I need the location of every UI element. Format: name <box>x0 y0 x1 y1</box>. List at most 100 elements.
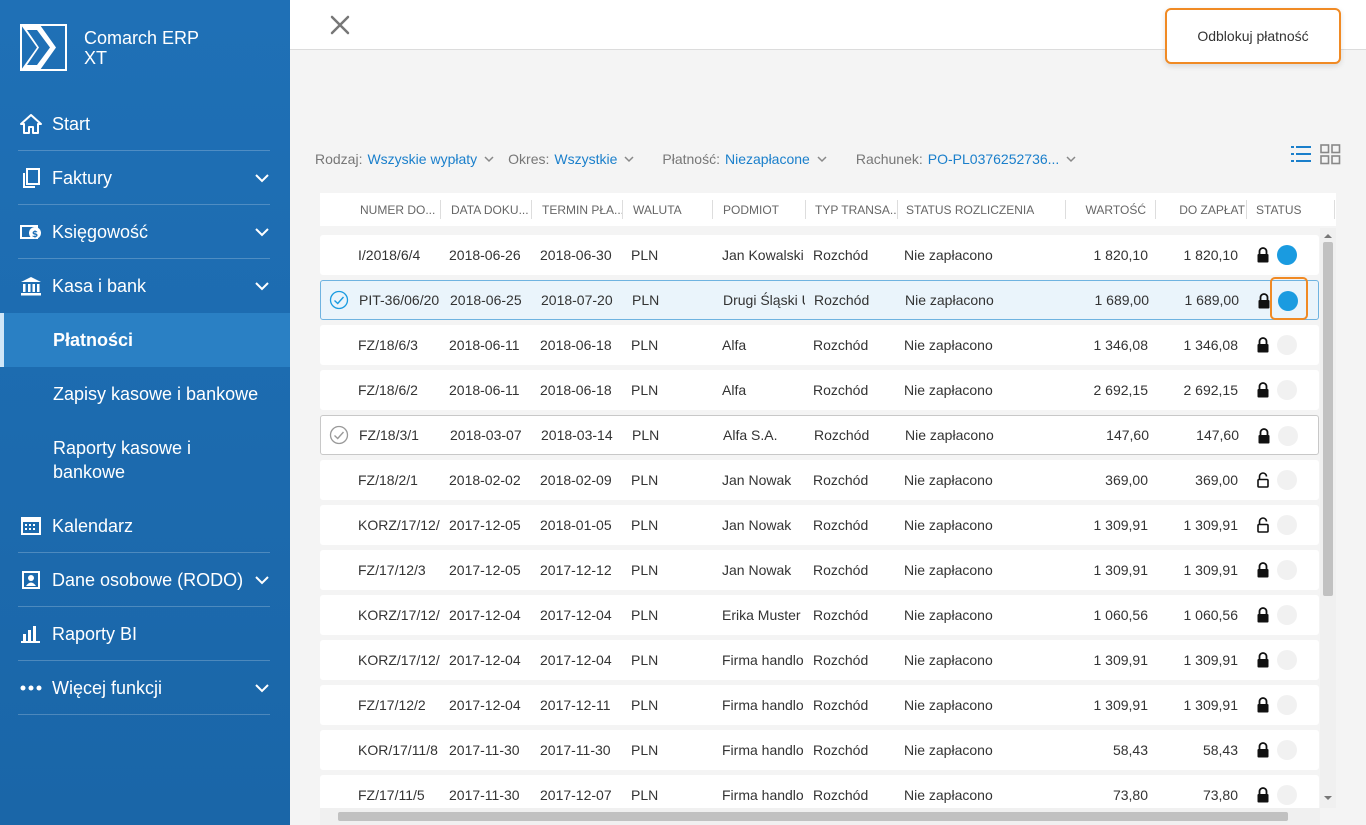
table-row[interactable]: KORZ/17/12/2017-12-04 2017-12-04 PLN Erika … <box>320 595 1319 635</box>
table-row[interactable]: KOR/17/11/8 2017-11-30 2017-11-30 PLN Firma … <box>320 730 1319 770</box>
column-header-data[interactable]: DATA DOKU... <box>451 193 529 226</box>
cell-waluta: PLN <box>631 517 659 533</box>
lock-closed-icon[interactable] <box>1256 652 1270 668</box>
nav-label-platnosci: Płatności <box>53 329 134 350</box>
column-header-wartosc[interactable]: WARTOŚĆ <box>1070 193 1146 226</box>
status-dot[interactable] <box>1277 785 1297 805</box>
lock-closed-icon[interactable] <box>1256 787 1270 803</box>
table-row[interactable]: FZ/18/6/2 2018-06-11 2018-06-18 PLN Alfa Rozc… <box>320 370 1319 410</box>
nav-item-start[interactable]: Start <box>0 97 290 151</box>
filter-rachunek[interactable]: Rachunek: PO-PL0376252736... <box>856 151 1077 167</box>
table-row[interactable]: FZ/18/3/1 2018-03-07 2018-03-14 PLN Alfa S.A… <box>320 415 1319 455</box>
cell-wartosc: 1 060,56 <box>1093 607 1149 623</box>
column-header-status[interactable]: STATUS <box>1256 193 1316 226</box>
nav-item-wiecej[interactable]: Więcej funkcji <box>0 661 290 715</box>
cell-termin: 2017-12-07 <box>540 787 612 803</box>
brand[interactable]: Comarch ERP XT <box>20 24 199 71</box>
column-separator <box>712 200 713 219</box>
cell-status-rozliczenia: Nie zapłacono <box>904 562 993 578</box>
cell-status-rozliczenia: Nie zapłacono <box>904 742 993 758</box>
table-row[interactable]: FZ/17/12/2 2017-12-04 2017-12-11 PLN Firma h… <box>320 685 1319 725</box>
nav-item-rodo[interactable]: Dane osobowe (RODO) <box>0 553 290 607</box>
table-row[interactable]: KORZ/17/12/2017-12-04 2017-12-04 PLN Firma … <box>320 640 1319 680</box>
nav-subitem-zapisy[interactable]: Zapisy kasowe i bankowe <box>0 367 290 421</box>
status-dot[interactable] <box>1277 380 1297 400</box>
lock-closed-icon[interactable] <box>1257 428 1271 444</box>
nav-item-faktury[interactable]: Faktury <box>0 151 290 205</box>
table-row[interactable]: FZ/18/2/1 2018-02-02 2018-02-09 PLN Jan Nowa… <box>320 460 1319 500</box>
documents-icon <box>20 167 42 189</box>
lock-closed-icon[interactable] <box>1256 562 1270 578</box>
status-dot[interactable] <box>1277 650 1297 670</box>
status-dot[interactable] <box>1277 695 1297 715</box>
horizontal-scroll-thumb[interactable] <box>338 812 1288 821</box>
close-icon[interactable] <box>328 13 352 37</box>
nav-item-ksiegowosc[interactable]: $ Księgowość <box>0 205 290 259</box>
cell-data: 2018-06-26 <box>449 247 521 263</box>
cell-do-zaplaty: 1 309,91 <box>1183 652 1239 668</box>
lock-closed-icon[interactable] <box>1256 247 1270 263</box>
table-row[interactable]: KORZ/17/12/2017-12-05 2018-01-05 PLN Jan No… <box>320 505 1319 545</box>
table-row[interactable]: I/2018/6/4 2018-06-26 2018-06-30 PLN Jan Kow… <box>320 235 1319 275</box>
status-dot[interactable] <box>1277 515 1297 535</box>
nav-item-raporty-bi[interactable]: Raporty BI <box>0 607 290 661</box>
unlock-payment-button[interactable]: Odblokuj płatność <box>1165 8 1341 64</box>
row-check-icon[interactable] <box>329 290 349 310</box>
nav-label-raporty-kasowe-line2: bankowe <box>53 462 126 482</box>
lock-closed-icon[interactable] <box>1256 337 1270 353</box>
cell-waluta: PLN <box>631 472 659 488</box>
horizontal-scrollbar[interactable] <box>320 808 1320 825</box>
table-row[interactable]: FZ/17/12/3 2017-12-05 2017-12-12 PLN Jan Now… <box>320 550 1319 590</box>
column-header-status-rozliczenia[interactable]: STATUS ROZLICZENIA <box>906 193 1066 226</box>
nav-subitem-raporty-kasowe[interactable]: Raporty kasowe i bankowe <box>0 421 290 499</box>
cell-numer: KORZ/17/12/ <box>358 652 440 668</box>
column-header-do-zaplaty[interactable]: DO ZAPŁAT <box>1160 193 1245 226</box>
column-header-termin[interactable]: TERMIN PŁA... <box>542 193 624 226</box>
status-dot[interactable] <box>1277 245 1297 265</box>
lock-open-icon[interactable] <box>1256 472 1270 488</box>
column-header-waluta[interactable]: WALUTA <box>633 193 703 226</box>
lock-closed-icon[interactable] <box>1256 382 1270 398</box>
nav-item-kalendarz[interactable]: Kalendarz <box>0 499 290 553</box>
nav-label-rodo: Dane osobowe (RODO) <box>52 569 244 590</box>
filter-platnosc-value: Niezapłacone <box>724 151 810 167</box>
column-header-numer[interactable]: NUMER DO... <box>360 193 438 226</box>
column-separator <box>440 200 441 219</box>
lock-closed-icon[interactable] <box>1257 293 1271 309</box>
chevron-down-icon <box>255 576 269 585</box>
row-check-icon[interactable] <box>329 425 349 445</box>
scroll-down-arrow-icon[interactable] <box>1324 794 1332 802</box>
table-row[interactable]: FZ/17/11/5 2017-11-30 2017-12-07 PLN Firma h… <box>320 775 1319 810</box>
lock-closed-icon[interactable] <box>1256 697 1270 713</box>
calendar-icon <box>20 515 42 537</box>
status-dot[interactable] <box>1278 426 1298 446</box>
filter-platnosc[interactable]: Płatność: Niezapłacone <box>662 151 827 167</box>
cell-typ: Rozchód <box>813 472 869 488</box>
filter-okres[interactable]: Okres: Wszystkie <box>508 151 635 167</box>
status-dot[interactable] <box>1277 605 1297 625</box>
nav-subitem-platnosci[interactable]: Płatności <box>0 313 290 367</box>
vertical-scrollbar[interactable] <box>1320 228 1336 808</box>
status-dot[interactable] <box>1277 740 1297 760</box>
status-dot[interactable] <box>1277 470 1297 490</box>
cell-numer: FZ/18/6/2 <box>358 382 418 398</box>
status-dot[interactable] <box>1277 560 1297 580</box>
cell-typ: Rozchód <box>814 292 870 308</box>
cell-numer: FZ/17/11/5 <box>358 787 425 803</box>
grid-view-icon[interactable] <box>1320 144 1341 165</box>
column-header-typ[interactable]: TYP TRANSA... <box>815 193 897 226</box>
lock-open-icon[interactable] <box>1256 517 1270 533</box>
cell-status-rozliczenia: Nie zapłacono <box>904 607 993 623</box>
lock-closed-icon[interactable] <box>1256 742 1270 758</box>
lock-closed-icon[interactable] <box>1256 607 1270 623</box>
table-row[interactable]: PIT-36/06/20 2018-06-25 2018-07-20 PLN Drugi… <box>320 280 1319 320</box>
table-row[interactable]: FZ/18/6/3 2018-06-11 2018-06-18 PLN Alfa Rozc… <box>320 325 1319 365</box>
scroll-up-arrow-icon[interactable] <box>1324 232 1332 240</box>
column-header-podmiot[interactable]: PODMIOT <box>723 193 803 226</box>
filter-rodzaj[interactable]: Rodzaj: Wszyskie wypłaty <box>315 151 495 167</box>
nav-item-kasa-i-bank[interactable]: Kasa i bank <box>0 259 290 313</box>
status-dot[interactable] <box>1277 335 1297 355</box>
list-view-icon[interactable] <box>1290 143 1312 165</box>
vertical-scroll-thumb[interactable] <box>1323 242 1333 596</box>
status-dot[interactable] <box>1278 291 1298 311</box>
